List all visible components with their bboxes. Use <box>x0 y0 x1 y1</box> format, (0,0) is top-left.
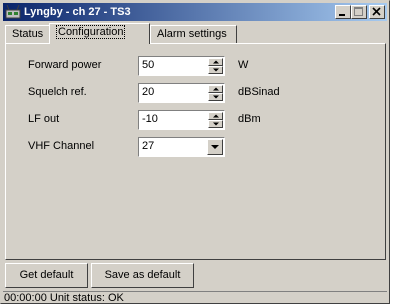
vhf-channel-value[interactable]: 27 <box>142 140 154 152</box>
maximize-icon <box>354 7 363 16</box>
close-button[interactable] <box>369 5 385 19</box>
window-title: Lyngby - ch 27 - TS3 <box>24 6 131 18</box>
app-icon <box>5 4 21 19</box>
forward-power-spinbox[interactable]: 50 <box>138 56 225 76</box>
maximize-button[interactable] <box>351 5 367 19</box>
squelch-ref-spinner[interactable] <box>208 85 223 101</box>
vhf-channel-select[interactable]: 27 <box>138 137 225 157</box>
lf-out-value[interactable]: -10 <box>142 113 158 125</box>
squelch-ref-label: Squelch ref. <box>28 86 87 98</box>
lf-out-spinbox[interactable]: -10 <box>138 110 225 130</box>
lf-out-label: LF out <box>28 113 60 125</box>
spin-up-icon[interactable] <box>208 112 223 120</box>
spin-up-icon[interactable] <box>208 85 223 93</box>
lf-out-unit: dBm <box>238 113 261 125</box>
tab-alarm-settings[interactable]: Alarm settings <box>150 25 237 43</box>
spin-down-icon[interactable] <box>208 120 223 128</box>
squelch-ref-spinbox[interactable]: 20 <box>138 83 225 103</box>
tab-status[interactable]: Status <box>5 25 51 43</box>
status-bar: 00:00:00 Unit status: OK <box>3 291 387 305</box>
forward-power-unit: W <box>238 59 249 71</box>
squelch-ref-unit: dBSinad <box>238 86 280 98</box>
tab-label: Status <box>12 28 44 40</box>
spin-down-icon[interactable] <box>208 66 223 74</box>
forward-power-value[interactable]: 50 <box>142 59 154 71</box>
spin-up-icon[interactable] <box>208 58 223 66</box>
squelch-ref-value[interactable]: 20 <box>142 86 154 98</box>
get-default-button[interactable]: Get default <box>5 263 88 288</box>
tab-label: Configuration <box>56 25 126 39</box>
configuration-panel: Forward power 50 W Squelch ref. 20 dBSin… <box>5 43 386 260</box>
title-bar[interactable]: Lyngby - ch 27 - TS3 <box>3 3 387 21</box>
tab-configuration[interactable]: Configuration <box>49 23 150 44</box>
close-icon <box>372 7 381 16</box>
save-as-default-button[interactable]: Save as default <box>91 263 194 288</box>
forward-power-spinner[interactable] <box>208 58 223 74</box>
chevron-down-icon[interactable] <box>207 139 223 155</box>
forward-power-label: Forward power <box>28 59 102 71</box>
app-window: Lyngby - ch 27 - TS3 Status Configuratio… <box>0 0 390 304</box>
lf-out-spinner[interactable] <box>208 112 223 128</box>
vhf-channel-label: VHF Channel <box>28 140 95 152</box>
minimize-icon <box>339 14 345 16</box>
minimize-button[interactable] <box>335 5 351 19</box>
spin-down-icon[interactable] <box>208 93 223 101</box>
tab-label: Alarm settings <box>157 28 227 40</box>
